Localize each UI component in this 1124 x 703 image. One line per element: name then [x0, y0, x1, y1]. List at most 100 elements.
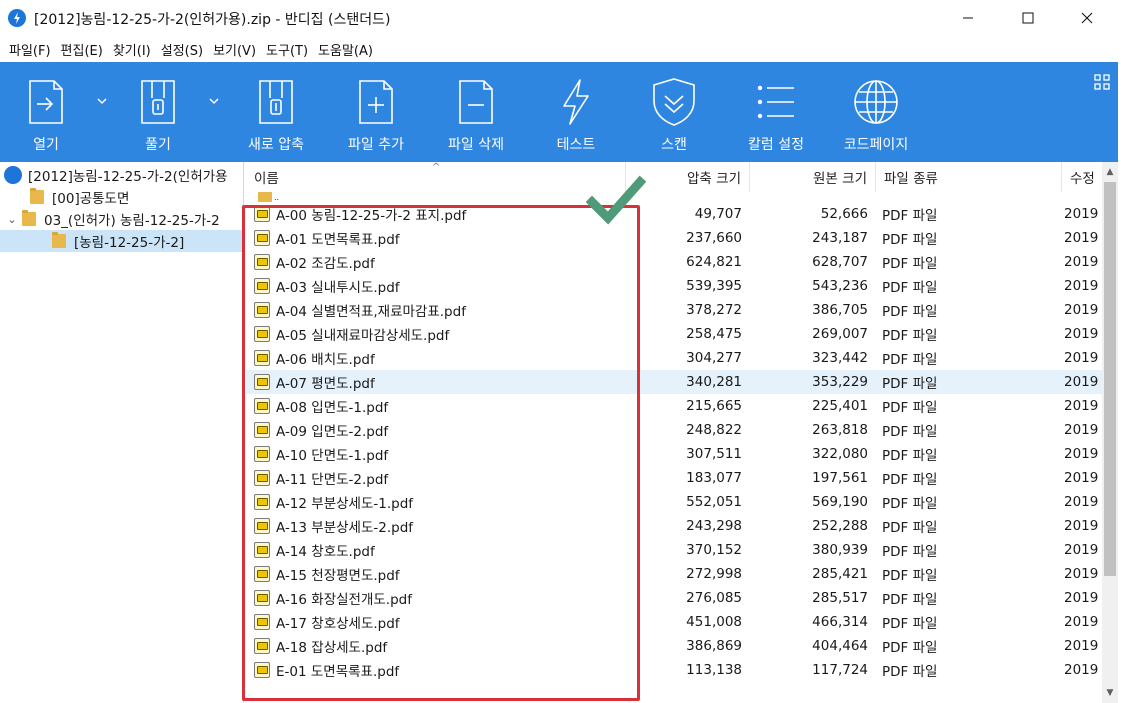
- bandizip-app-icon[interactable]: [8, 9, 26, 27]
- file-type-cell: PDF 파일: [882, 208, 938, 224]
- menu-view[interactable]: 보기(V): [208, 40, 261, 59]
- table-row[interactable]: A-05 실내재료마감상세도.pdf 258,475 269,007 PDF 파일 20…: [246, 322, 1102, 346]
- bandizip-window: [2012]농림-12-25-가-2(인허가용).zip - 반디집 (스탠더드…: [0, 0, 1124, 703]
- tree-item-permit-folder[interactable]: ⌄ 03_(인허가) 농림-12-25-가-2: [0, 208, 243, 230]
- table-row[interactable]: A-04 실별면적표,재료마감표.pdf 378,272 386,705 PDF 파일…: [246, 298, 1102, 322]
- table-row[interactable]: A-17 창호상세도.pdf 451,008 466,314 PDF 파일 2019: [246, 610, 1102, 634]
- globe-icon: [850, 76, 902, 128]
- open-dropdown-icon[interactable]: [96, 96, 108, 106]
- file-name-cell: A-17 창호상세도.pdf: [246, 612, 626, 632]
- file-name: A-03 실내투시도.pdf: [276, 280, 400, 296]
- table-row[interactable]: A-13 부분상세도-2.pdf 243,298 252,288 PDF 파일 2019: [246, 514, 1102, 538]
- table-row[interactable]: E-01 도면목록표.pdf 113,138 117,724 PDF 파일 2019: [246, 658, 1102, 682]
- tree-item-common-drawings[interactable]: [00]공통도면: [0, 186, 243, 208]
- pdf-file-icon: [254, 398, 270, 414]
- modified-date-cell: 2019: [1064, 566, 1099, 582]
- file-type-cell: PDF 파일: [882, 592, 938, 608]
- menu-file[interactable]: 파일(F): [4, 40, 56, 59]
- column-header-compressed[interactable]: 압축 크기: [626, 162, 750, 192]
- file-type-cell: PDF 파일: [882, 328, 938, 344]
- minimize-button[interactable]: [945, 0, 991, 36]
- table-row[interactable]: A-12 부분상세도-1.pdf 552,051 569,190 PDF 파일 2019: [246, 490, 1102, 514]
- table-row[interactable]: A-09 입면도-2.pdf 248,822 263,818 PDF 파일 2019: [246, 418, 1102, 442]
- table-row[interactable]: A-18 잡상세도.pdf 386,869 404,464 PDF 파일 2019: [246, 634, 1102, 658]
- table-row[interactable]: A-02 조감도.pdf 624,821 628,707 PDF 파일 2019: [246, 250, 1102, 274]
- layout-grid-icon[interactable]: [1094, 74, 1110, 90]
- original-size-cell: 225,401: [812, 398, 868, 414]
- codepage-button[interactable]: 코드페이지: [832, 62, 920, 162]
- menu-find[interactable]: 찾기(I): [108, 40, 156, 59]
- column-header-modified[interactable]: 수정: [1062, 162, 1102, 192]
- menu-help[interactable]: 도움말(A): [313, 40, 378, 59]
- open-button[interactable]: 열기: [18, 62, 74, 162]
- new-archive-icon: [250, 76, 302, 128]
- original-size-cell: 243,187: [812, 230, 868, 246]
- pdf-file-icon: [254, 494, 270, 510]
- maximize-icon: [1022, 12, 1034, 24]
- compressed-size-cell: 183,077: [686, 470, 742, 486]
- file-name-cell: A-07 평면도.pdf: [246, 372, 626, 392]
- modified-date-cell: 2019: [1064, 470, 1099, 486]
- menu-tools[interactable]: 도구(T): [261, 40, 313, 59]
- list-icon: [750, 76, 802, 128]
- menu-settings[interactable]: 설정(S): [156, 40, 208, 59]
- parent-folder-row[interactable]: ..: [246, 192, 1102, 202]
- vertical-scrollbar[interactable]: ▲ ▼: [1102, 162, 1118, 703]
- delete-file-icon: [450, 76, 502, 128]
- maximize-button[interactable]: [1005, 0, 1051, 36]
- modified-date-cell: 2019: [1064, 614, 1099, 630]
- table-row[interactable]: A-15 천장평면도.pdf 272,998 285,421 PDF 파일 2019: [246, 562, 1102, 586]
- column-header-original-label: 원본 크기: [813, 171, 867, 187]
- title-bar[interactable]: [2012]농림-12-25-가-2(인허가용).zip - 반디집 (스탠더드…: [0, 0, 1124, 36]
- file-name-cell: A-11 단면도-2.pdf: [246, 468, 626, 488]
- file-type-cell: PDF 파일: [882, 304, 938, 320]
- table-row[interactable]: A-08 입면도-1.pdf 215,665 225,401 PDF 파일 2019: [246, 394, 1102, 418]
- folder-tree[interactable]: [2012]농림-12-25-가-2(인허가용 [00]공통도면 ⌄ 03_(인…: [0, 162, 244, 703]
- table-row[interactable]: A-03 실내투시도.pdf 539,395 543,236 PDF 파일 2019: [246, 274, 1102, 298]
- table-row[interactable]: A-00 농림-12-25-가-2 표지.pdf 49,707 52,666 PDF …: [246, 202, 1102, 226]
- scrollbar-thumb[interactable]: [1104, 182, 1116, 576]
- test-button[interactable]: 테스트: [548, 62, 604, 162]
- table-row[interactable]: A-06 배치도.pdf 304,277 323,442 PDF 파일 2019: [246, 346, 1102, 370]
- scroll-down-icon[interactable]: ▼: [1102, 685, 1118, 701]
- original-size-cell: 543,236: [812, 278, 868, 294]
- file-name: A-15 천장평면도.pdf: [276, 568, 400, 584]
- minimize-icon: [963, 17, 973, 19]
- column-settings-button[interactable]: 칼럼 설정: [738, 62, 814, 162]
- table-row[interactable]: A-14 창호도.pdf 370,152 380,939 PDF 파일 2019: [246, 538, 1102, 562]
- extract-button[interactable]: 풀기: [130, 62, 186, 162]
- add-file-icon: [350, 76, 402, 128]
- modified-date-cell: 2019: [1064, 398, 1099, 414]
- file-name-cell: A-18 잡상세도.pdf: [246, 636, 626, 656]
- scan-button[interactable]: 스캔: [646, 62, 702, 162]
- original-size-cell: 386,705: [812, 302, 868, 318]
- tree-item-current-folder[interactable]: [농림-12-25-가-2]: [0, 230, 243, 252]
- file-list[interactable]: 이름 ^ 압축 크기 원본 크기 파일 종류 수정 .. A-00 농림-12-…: [246, 162, 1102, 703]
- file-type-cell: PDF 파일: [882, 640, 938, 656]
- compressed-size-cell: 307,511: [686, 446, 742, 462]
- scroll-up-icon[interactable]: ▲: [1102, 164, 1118, 180]
- tree-item-root[interactable]: [2012]농림-12-25-가-2(인허가용: [0, 164, 243, 186]
- column-header-original[interactable]: 원본 크기: [750, 162, 876, 192]
- menu-edit[interactable]: 편집(E): [56, 40, 108, 59]
- extract-dropdown-icon[interactable]: [208, 96, 220, 106]
- chevron-down-icon[interactable]: ⌄: [6, 213, 18, 226]
- compressed-size-cell: 113,138: [686, 662, 742, 678]
- table-row[interactable]: A-11 단면도-2.pdf 183,077 197,561 PDF 파일 2019: [246, 466, 1102, 490]
- pdf-file-icon: [254, 518, 270, 534]
- column-header-name[interactable]: 이름 ^: [246, 162, 626, 192]
- parent-folder-name: ..: [246, 192, 626, 202]
- new-archive-button[interactable]: 새로 압축: [238, 62, 314, 162]
- original-size-cell: 117,724: [812, 662, 868, 678]
- compressed-size-cell: 237,660: [686, 230, 742, 246]
- close-button[interactable]: [1064, 0, 1110, 36]
- table-row[interactable]: A-16 화장실전개도.pdf 276,085 285,517 PDF 파일 2019: [246, 586, 1102, 610]
- folder-icon: [22, 210, 36, 226]
- table-row[interactable]: A-01 도면목록표.pdf 237,660 243,187 PDF 파일 2019: [246, 226, 1102, 250]
- table-row[interactable]: A-07 평면도.pdf 340,281 353,229 PDF 파일 2019: [246, 370, 1102, 394]
- add-file-button[interactable]: 파일 추가: [338, 62, 414, 162]
- column-header-type[interactable]: 파일 종류: [876, 162, 1062, 192]
- file-name-cell: A-16 화장실전개도.pdf: [246, 588, 626, 608]
- delete-file-button[interactable]: 파일 삭제: [438, 62, 514, 162]
- table-row[interactable]: A-10 단면도-1.pdf 307,511 322,080 PDF 파일 2019: [246, 442, 1102, 466]
